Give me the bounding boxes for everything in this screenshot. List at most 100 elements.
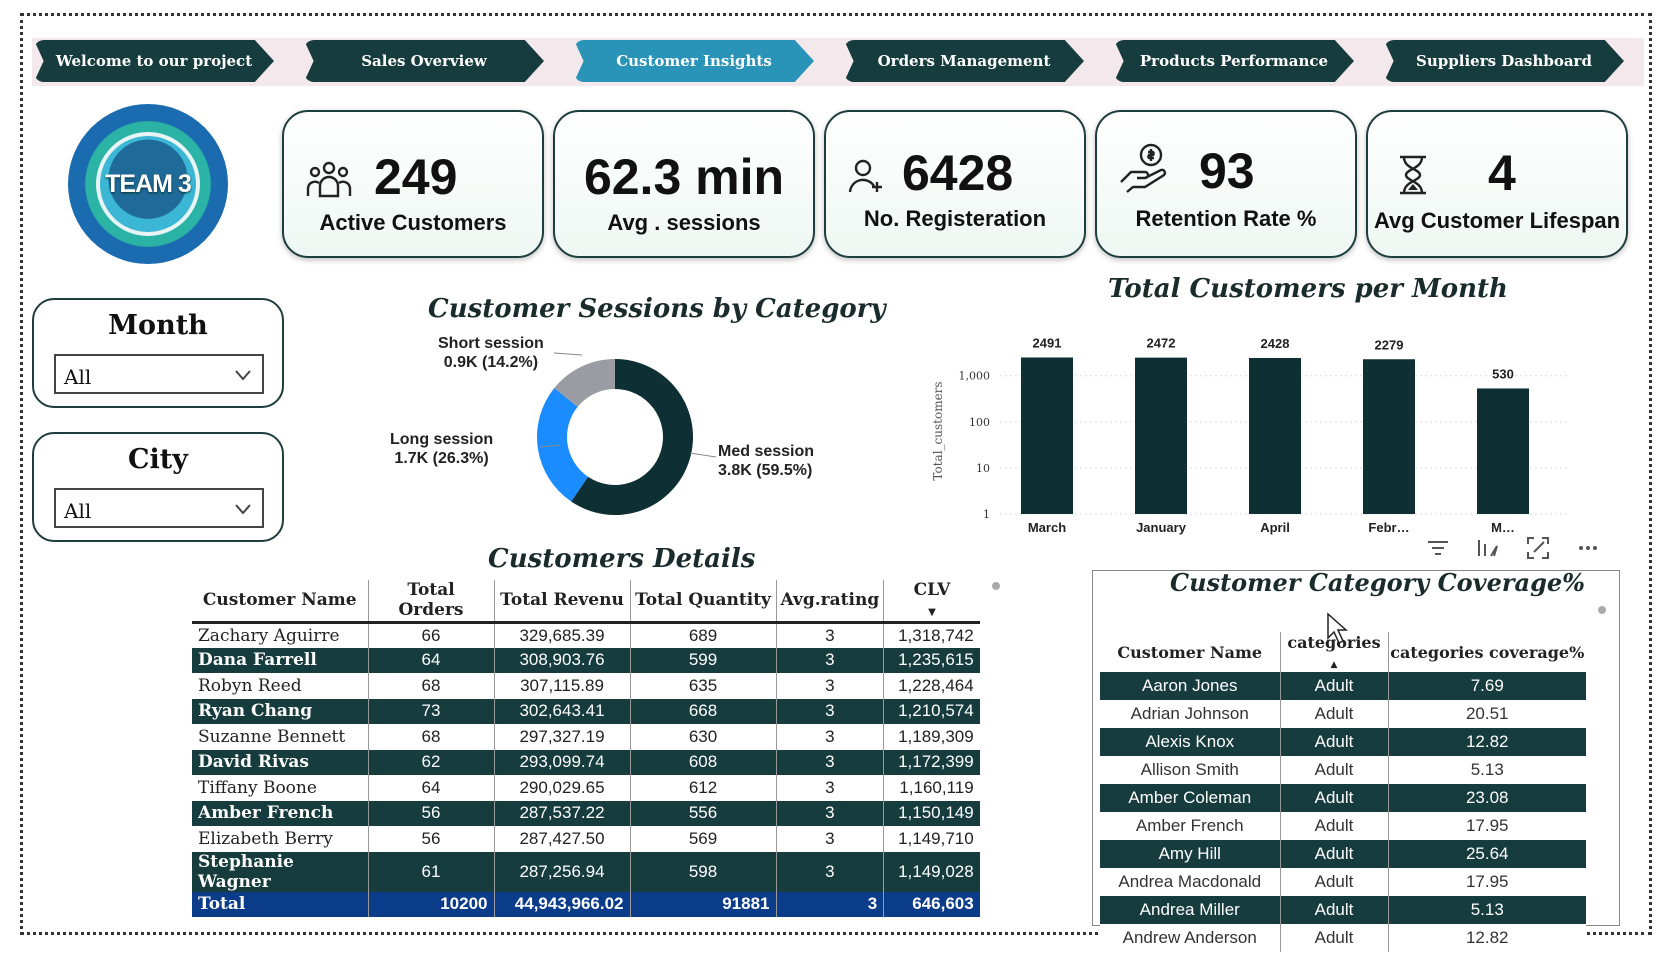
tab-products-performance[interactable]: Products Performance <box>1114 40 1354 82</box>
table-row[interactable]: Andrew Anderson Adult 12.82 <box>1100 924 1586 952</box>
donut-leader-lines <box>540 352 717 458</box>
x-tick-label: March <box>1028 520 1066 535</box>
table-cell: 307,115.89 <box>494 673 631 699</box>
bar[interactable] <box>1021 357 1073 514</box>
kpi-active-customers: 249 Active Customers <box>282 110 544 258</box>
donut-title: Customer Sessions by Category <box>428 294 886 324</box>
table-cell: 3 <box>776 826 885 852</box>
customers-per-month-chart[interactable]: Total_customers 1 10 100 1,000 2491 March 2472 J… <box>920 318 1580 538</box>
bar[interactable] <box>1477 388 1529 514</box>
table-row[interactable]: Amy Hill Adult 25.64 <box>1100 840 1586 868</box>
drill-icon[interactable] <box>1474 534 1502 562</box>
kpi-value: 4 <box>1488 145 1516 201</box>
table-row[interactable]: Robyn Reed 68 307,115.89 635 3 1,228,464 <box>192 673 980 699</box>
table-row[interactable]: Zachary Aguirre 66 329,685.39 689 3 1,318,742 <box>192 622 980 648</box>
table-row[interactable]: Andrea Miller Adult 5.13 <box>1100 896 1586 924</box>
table-cell: 7.69 <box>1388 672 1586 700</box>
table-cell: Elizabeth Berry <box>192 826 369 852</box>
x-tick-label: Febr… <box>1368 520 1409 535</box>
table-row[interactable]: Tiffany Boone 64 290,029.65 612 3 1,160,119 <box>192 775 980 801</box>
tab-suppliers-dashboard[interactable]: Suppliers Dashboard <box>1384 40 1624 82</box>
bar-data-label: 2491 <box>1033 335 1062 350</box>
table-row[interactable]: Aaron Jones Adult 7.69 <box>1100 672 1586 700</box>
table-cell: 62 <box>368 749 495 775</box>
column-header[interactable]: Total Revenu <box>494 580 631 624</box>
scroll-indicator[interactable] <box>1598 606 1606 614</box>
tab-customer-insights[interactable]: Customer Insights <box>574 40 814 82</box>
table-row[interactable]: Ryan Chang 73 302,643.41 668 3 1,210,574 <box>192 698 980 724</box>
coverage-title: Customer Category Coverage% <box>1170 568 1585 597</box>
bar-data-label: 2279 <box>1375 337 1404 352</box>
bar-data-label: 530 <box>1492 366 1514 381</box>
table-cell: Aaron Jones <box>1100 672 1281 700</box>
details-title: Customers Details <box>488 544 756 574</box>
total-cell: 646,603 <box>883 891 980 917</box>
table-row[interactable]: Amber French Adult 17.95 <box>1100 812 1586 840</box>
tab-orders-management[interactable]: Orders Management <box>844 40 1084 82</box>
column-header[interactable]: Customer Name <box>1100 632 1281 672</box>
table-row[interactable]: Amber Coleman Adult 23.08 <box>1100 784 1586 812</box>
kpi-retention-rate: 93 Retention Rate % <box>1095 110 1357 258</box>
month-dropdown[interactable]: All <box>54 354 264 394</box>
column-header[interactable]: Customer Name <box>192 580 369 624</box>
filter-icon[interactable] <box>1424 534 1452 562</box>
city-slicer: City All <box>32 432 284 542</box>
total-cell: 91881 <box>630 891 777 917</box>
table-cell: 5.13 <box>1388 756 1586 784</box>
table-cell: Suzanne Bennett <box>192 724 369 750</box>
table-cell: Adrian Johnson <box>1100 700 1281 728</box>
table-cell: Adult <box>1280 784 1389 812</box>
bar[interactable] <box>1363 359 1415 514</box>
column-header-sorted[interactable]: CLV ▼ <box>883 580 980 624</box>
slicer-title: Month <box>108 310 208 341</box>
month-slicer: Month All <box>32 298 284 408</box>
table-cell: Robyn Reed <box>192 673 369 699</box>
table-row[interactable]: Adrian Johnson Adult 20.51 <box>1100 700 1586 728</box>
kpi-label: Avg . sessions <box>607 210 761 235</box>
table-row[interactable]: Dana Farrell 64 308,903.76 599 3 1,235,615 <box>192 647 980 673</box>
kpi-value: 6428 <box>902 145 1014 201</box>
table-row[interactable]: Andrea Macdonald Adult 17.95 <box>1100 868 1586 896</box>
table-cell: 1,235,615 <box>883 647 980 673</box>
column-header[interactable]: categories coverage% <box>1388 632 1586 672</box>
city-dropdown[interactable]: All <box>54 488 264 528</box>
table-cell: 290,029.65 <box>494 775 631 801</box>
table-row[interactable]: Allison Smith Adult 5.13 <box>1100 756 1586 784</box>
total-cell: 3 <box>776 891 885 917</box>
table-cell: 64 <box>368 775 495 801</box>
column-header[interactable]: Total Quantity <box>630 580 777 624</box>
table-cell: Stephanie Wagner <box>192 851 369 892</box>
table-row[interactable]: Stephanie Wagner 61 287,256.94 598 3 1,149,02… <box>192 851 980 892</box>
column-header[interactable]: Total Orders <box>368 580 495 624</box>
kpi-label: Retention Rate % <box>1135 206 1317 231</box>
column-header[interactable]: Avg.rating <box>776 580 885 624</box>
tab-sales-overview[interactable]: Sales Overview <box>304 40 544 82</box>
bar[interactable] <box>1135 357 1187 514</box>
table-cell: 1,149,028 <box>883 851 980 892</box>
table-row[interactable]: Alexis Knox Adult 12.82 <box>1100 728 1586 756</box>
kpi-label: Active Customers <box>319 210 507 235</box>
more-options-icon[interactable] <box>1574 534 1602 562</box>
table-cell: 3 <box>776 724 885 750</box>
table-cell: 1,160,119 <box>883 775 980 801</box>
focus-mode-icon[interactable] <box>1524 534 1552 562</box>
scroll-indicator[interactable] <box>992 582 1000 590</box>
hand-coin-icon <box>1120 143 1167 193</box>
y-tick-label: 1,000 <box>959 370 991 383</box>
nav-bar: Welcome to our project Sales Overview Cu… <box>32 38 1644 86</box>
table-row[interactable]: Amber French 56 287,537.22 556 3 1,150,149 <box>192 800 980 826</box>
table-cell: 1,150,149 <box>883 800 980 826</box>
x-tick-label: M… <box>1491 520 1515 535</box>
table-cell: Adult <box>1280 924 1389 952</box>
table-row[interactable]: Suzanne Bennett 68 297,327.19 630 3 1,189,309 <box>192 724 980 750</box>
table-cell: 308,903.76 <box>494 647 631 673</box>
bar[interactable] <box>1249 357 1301 514</box>
tab-welcome[interactable]: Welcome to our project <box>34 40 274 82</box>
table-cell: Andrea Macdonald <box>1100 868 1281 896</box>
table-row[interactable]: David Rivas 62 293,099.74 608 3 1,172,399 <box>192 749 980 775</box>
table-row[interactable]: Elizabeth Berry 56 287,427.50 569 3 1,149,710 <box>192 826 980 852</box>
table-cell: 20.51 <box>1388 700 1586 728</box>
hourglass-icon <box>1400 155 1426 195</box>
total-cell: 44,943,966.02 <box>494 891 631 917</box>
table-cell: 287,427.50 <box>494 826 631 852</box>
